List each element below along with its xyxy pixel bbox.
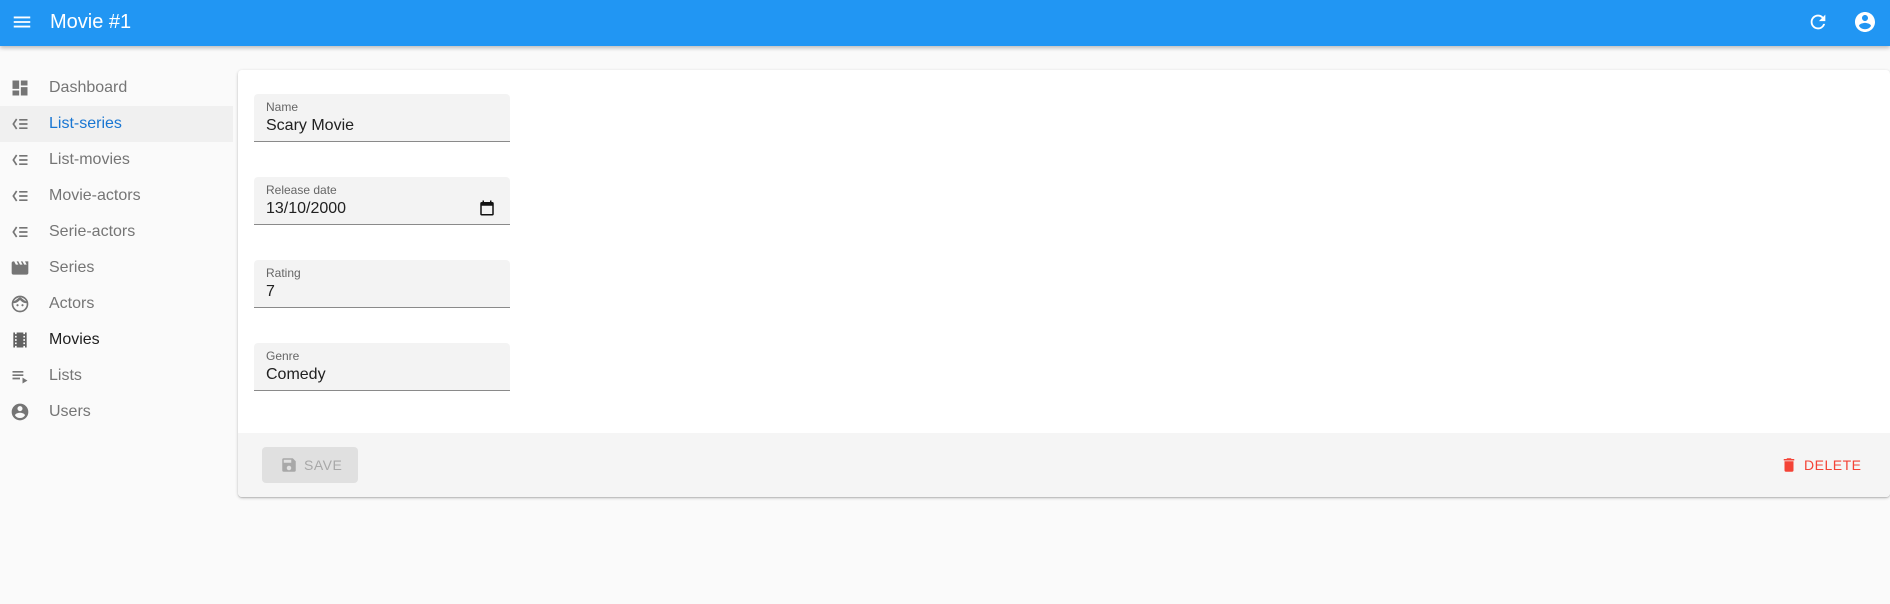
field-label: Genre [266, 349, 300, 363]
sidebar-item-label: List-series [49, 115, 122, 132]
field-value: 7 [266, 283, 275, 300]
sidebar-item-label: Serie-actors [49, 223, 136, 240]
playlist-icon [10, 366, 30, 386]
field-label: Rating [266, 266, 301, 280]
delete-label: DELETE [1804, 457, 1862, 473]
sidebar-item-dashboard[interactable]: Dashboard [0, 70, 233, 106]
sidebar-item-label: Actors [49, 295, 95, 312]
sidebar-item-label: Dashboard [49, 79, 128, 96]
field-value: Comedy [266, 366, 326, 383]
genre-field[interactable]: Genre Comedy [254, 343, 510, 391]
list-icon [10, 222, 30, 242]
field-label: Name [266, 100, 299, 114]
form-toolbar: SAVE DELETE [238, 433, 1890, 497]
field-value: 13/10/2000 [266, 200, 347, 217]
field-value: Scary Movie [266, 117, 355, 134]
sidebar-item-label: Users [49, 403, 91, 420]
name-field[interactable]: Name Scary Movie [254, 94, 510, 142]
sidebar-item-label: Movies [49, 331, 100, 348]
sidebar-item-lists[interactable]: Lists [0, 358, 233, 394]
sidebar-item-serie-actors[interactable]: Serie-actors [0, 214, 233, 250]
save-button[interactable]: SAVE [262, 447, 358, 483]
account-circle-icon [10, 402, 30, 422]
sidebar-item-users[interactable]: Users [0, 394, 233, 430]
sidebar-item-label: Lists [49, 367, 82, 384]
sidebar: Dashboard List-series List-movies Movie-… [0, 70, 233, 430]
calendar-icon[interactable] [478, 199, 496, 217]
sidebar-item-actors[interactable]: Actors [0, 286, 233, 322]
delete-button[interactable]: DELETE [1776, 447, 1874, 483]
sidebar-item-movies[interactable]: Movies [0, 322, 233, 358]
list-icon [10, 186, 30, 206]
rating-field[interactable]: Rating 7 [254, 260, 510, 308]
sidebar-item-list-movies[interactable]: List-movies [0, 142, 233, 178]
menu-icon[interactable] [11, 11, 33, 33]
film-icon [10, 330, 30, 350]
app-bar: Movie #1 [0, 0, 1890, 46]
sidebar-item-label: Series [49, 259, 95, 276]
refresh-icon[interactable] [1807, 11, 1829, 33]
release-date-field[interactable]: Release date 13/10/2000 [254, 177, 510, 225]
field-label: Release date [266, 183, 337, 197]
sidebar-item-series[interactable]: Series [0, 250, 233, 286]
save-label: SAVE [304, 457, 343, 473]
list-icon [10, 150, 30, 170]
sidebar-item-movie-actors[interactable]: Movie-actors [0, 178, 233, 214]
sidebar-item-label: Movie-actors [49, 187, 141, 204]
edit-form-card: Name Scary Movie Release date 13/10/2000… [238, 70, 1890, 497]
face-icon [10, 294, 30, 314]
dashboard-icon [10, 78, 30, 98]
sidebar-item-label: List-movies [49, 151, 130, 168]
page-title: Movie #1 [50, 11, 132, 33]
account-circle-icon[interactable] [1853, 10, 1877, 34]
list-icon [10, 114, 30, 134]
delete-icon [1780, 456, 1798, 474]
sidebar-item-list-series[interactable]: List-series [0, 106, 233, 142]
clapperboard-icon [10, 258, 30, 278]
save-icon [280, 456, 298, 474]
